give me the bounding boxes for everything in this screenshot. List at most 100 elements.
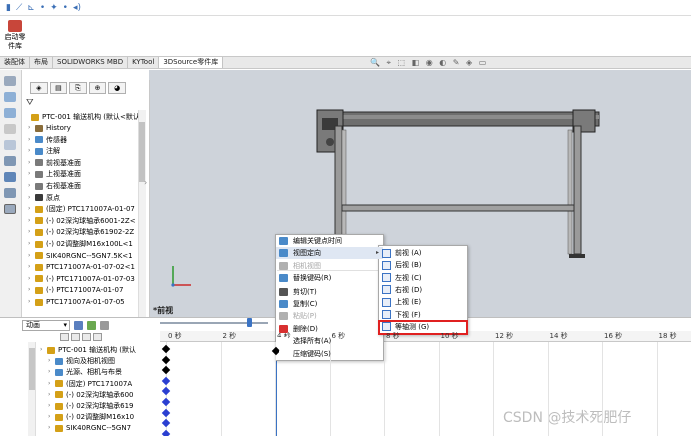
tree-item[interactable]: › History — [28, 123, 152, 133]
filter-animated-icon[interactable] — [60, 333, 69, 341]
expand-icon[interactable]: › — [40, 345, 46, 355]
tree-item[interactable]: › (-) 02深沟球轴承6001-2Z< — [28, 216, 152, 226]
motion-tree-item[interactable]: › PTC-001 输送机构 (默认 — [40, 345, 158, 355]
tree-item[interactable]: › 注解 — [28, 146, 152, 156]
tab-config-icon[interactable]: ⎘ — [69, 82, 87, 94]
stop-icon[interactable] — [100, 321, 109, 330]
tab-display-icon[interactable]: ◕ — [108, 82, 126, 94]
strip-icon-7[interactable] — [4, 172, 16, 182]
motion-tree-item[interactable]: › 视向及相机视图 — [48, 356, 166, 366]
view-orientation-item[interactable]: 右视 (D) — [380, 284, 466, 296]
dimension-icon[interactable]: ⊾ — [27, 3, 35, 13]
start-library-button[interactable]: 启动零 件库 — [2, 18, 28, 54]
expand-icon[interactable]: › — [28, 135, 34, 145]
motion-tree-item[interactable]: › (-) 02深沟球轴承600 — [48, 390, 166, 400]
expand-icon[interactable]: › — [28, 158, 34, 168]
expand-icon[interactable]: › — [48, 412, 54, 422]
tab-property-icon[interactable]: ▤ — [49, 82, 68, 94]
tree-item[interactable]: › 上视基准面 — [28, 169, 152, 179]
expand-icon[interactable]: › — [28, 262, 34, 272]
expand-icon[interactable]: › — [28, 204, 34, 214]
expand-icon[interactable]: › — [28, 169, 34, 179]
study-type-select[interactable]: 动画 — [22, 320, 70, 331]
motion-tree-item[interactable]: › (固定) PTC171007A — [48, 379, 166, 389]
tree-item[interactable]: › (-) 02调整脚M16x100L<1 — [28, 239, 152, 249]
filter-icon[interactable]: ⛛ — [26, 98, 34, 108]
context-menu-item[interactable]: 编辑关键点时间 — [276, 235, 383, 247]
expand-icon[interactable]: › — [48, 390, 54, 400]
heads-up-toolbar[interactable]: 🔍 ⌖ ⬚ ◧ ◉ ◐ ✎ ◈ ▭ — [370, 58, 550, 68]
tab-dimxpert-icon[interactable]: ⊕ — [88, 82, 107, 94]
star-icon[interactable]: ✦ — [50, 3, 58, 13]
play-icon[interactable] — [87, 321, 96, 330]
expand-icon[interactable]: › — [48, 401, 54, 411]
expand-icon[interactable]: › — [48, 423, 54, 433]
expand-icon[interactable]: › — [28, 239, 34, 249]
sketch-icon[interactable]: ⟋ — [16, 3, 22, 13]
new-doc-icon[interactable]: ▮ — [6, 3, 11, 13]
expand-icon[interactable]: › — [28, 216, 34, 226]
expand-icon[interactable]: › — [28, 146, 34, 156]
tree-item[interactable]: › (固定) PTC171007A-01-07 — [28, 204, 152, 214]
expand-icon[interactable]: › — [28, 123, 34, 133]
tab-kytool[interactable]: KYTool — [128, 57, 160, 68]
tab-layout[interactable]: 布局 — [30, 57, 53, 68]
motion-tree-item[interactable]: › (-) 02调整脚M16x10 — [48, 412, 166, 422]
view-orientation-item[interactable]: 左视 (C) — [380, 272, 466, 284]
expand-icon[interactable]: › — [28, 193, 34, 203]
expand-icon[interactable]: › — [28, 181, 34, 191]
context-menu-item[interactable]: 视图定向 ▸ — [276, 247, 383, 260]
context-menu-item[interactable]: 选择所有(A) — [276, 335, 383, 347]
strip-icon-3[interactable] — [4, 108, 16, 118]
tree-item[interactable]: › 传感器 — [28, 135, 152, 145]
motion-tree-item[interactable]: › 光源、相机与布景 — [48, 367, 166, 377]
tab-assembly[interactable]: 装配体 — [0, 57, 30, 68]
calculate-icon[interactable] — [74, 321, 83, 330]
motion-tree-item[interactable]: › (-) 02深沟球轴承619 — [48, 401, 166, 411]
strip-icon-5[interactable] — [4, 140, 16, 150]
view-orientation-item[interactable]: 等轴测 (G) — [380, 321, 466, 333]
strip-icon-9[interactable] — [4, 204, 16, 214]
strip-icon-4[interactable] — [4, 124, 16, 134]
view-orientation-item[interactable]: 下视 (F) — [380, 309, 466, 321]
strip-icon-1[interactable] — [4, 76, 16, 86]
expand-icon[interactable]: › — [28, 274, 34, 284]
tab-3dsource[interactable]: 3DSource零件库 — [159, 57, 224, 68]
tree-item[interactable]: › PTC171007A-01-07-05 — [28, 297, 152, 307]
strip-icon-8[interactable] — [4, 188, 16, 198]
filter-results-icon[interactable] — [93, 333, 102, 341]
tree-item[interactable]: › SIK40RGNC--5GN7.5K<1 — [28, 251, 152, 261]
context-menu-item[interactable]: 删除(D) — [276, 323, 383, 335]
expand-icon[interactable]: › — [28, 285, 34, 295]
motion-tree-scroll-thumb[interactable] — [29, 348, 35, 390]
tree-item[interactable]: › (-) PTC171007A-01-07 — [28, 285, 152, 295]
tree-item[interactable]: › 右视基准面 — [28, 181, 152, 191]
strip-icon-2[interactable] — [4, 92, 16, 102]
speaker-icon[interactable]: ◂) — [73, 3, 81, 13]
context-menu-item[interactable]: 压缩键码(S) — [276, 348, 383, 360]
context-menu-item[interactable]: 剪切(T) — [276, 286, 383, 298]
tab-feature-tree-icon[interactable]: ◈ — [30, 82, 48, 94]
expand-icon[interactable]: › — [48, 356, 54, 366]
tree-item[interactable]: › 前视基准面 — [28, 158, 152, 168]
context-menu-item[interactable]: 复制(C) — [276, 298, 383, 310]
view-orientation-item[interactable]: 上视 (E) — [380, 296, 466, 308]
strip-icon-6[interactable] — [4, 156, 16, 166]
view-orientation-item[interactable]: 后视 (B) — [380, 259, 466, 271]
filter-driving-icon[interactable] — [71, 333, 80, 341]
tree-item[interactable]: › 原点 — [28, 193, 152, 203]
view-orientation-item[interactable]: 前视 (A) — [380, 247, 466, 259]
tree-root[interactable]: PTC-001 输送机构 (默认<默认_ — [24, 112, 148, 122]
expand-icon[interactable]: › — [48, 367, 54, 377]
expand-icon[interactable]: › — [28, 251, 34, 261]
motion-tree-item[interactable]: › SIK40RGNC--5GN7 — [48, 423, 166, 433]
filter-selected-icon[interactable] — [82, 333, 91, 341]
expand-icon[interactable]: › — [48, 379, 54, 389]
playback-slider-knob[interactable] — [247, 318, 252, 327]
tree-item[interactable]: › (-) PTC171007A-01-07-03 — [28, 274, 152, 284]
expand-icon[interactable]: › — [28, 297, 34, 307]
context-menu-item[interactable]: 替换键码(R) — [276, 272, 383, 284]
tree-item[interactable]: › (-) 02深沟球轴承61902-2Z — [28, 227, 152, 237]
tab-mbd[interactable]: SOLIDWORKS MBD — [53, 57, 129, 68]
tree-item[interactable]: › PTC171007A-01-07-02<1 — [28, 262, 152, 272]
